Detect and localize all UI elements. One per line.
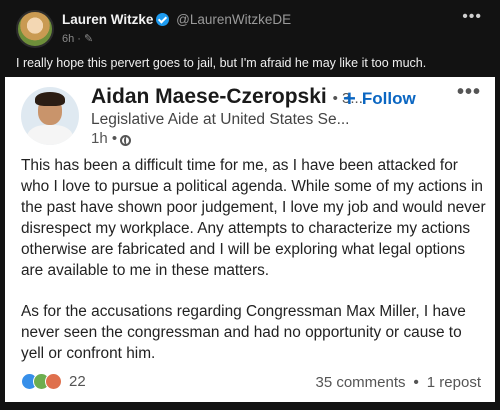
profile-avatar: [21, 87, 79, 145]
tweet-header: Lauren Witzke @LaurenWitzkeDE 6h · ✎ •••: [12, 8, 488, 48]
avatar-shirt: [27, 125, 73, 145]
author-name[interactable]: Lauren Witzke: [62, 12, 153, 27]
post-frame: Lauren Witzke @LaurenWitzkeDE 6h · ✎ •••…: [0, 0, 500, 410]
post-time: 1h •: [91, 130, 132, 147]
linkedin-screenshot-card: Aidan Maese-Czeropski • 3... + Follow •••…: [5, 77, 495, 402]
tweet-time: 6h · ✎: [62, 33, 94, 45]
more-options-icon[interactable]: •••: [462, 8, 482, 26]
verified-badge-icon: [156, 13, 170, 26]
follow-label: Follow: [361, 89, 416, 108]
author-avatar[interactable]: [16, 10, 54, 48]
tweet-timestamp[interactable]: 6h: [62, 33, 74, 45]
profile-name-line: Aidan Maese-Czeropski • 3...: [91, 85, 363, 109]
profile-headline: Legislative Aide at United States Se...: [91, 111, 350, 128]
post-body: This has been a difficult time for me, a…: [21, 155, 487, 384]
tweet-text: I really hope this pervert goes to jail,…: [16, 56, 427, 70]
profile-name: Aidan Maese-Czeropski: [91, 85, 327, 108]
engagement-meta: 35 comments • 1 repost: [315, 374, 481, 391]
linkedin-more-icon: •••: [456, 81, 481, 103]
plus-icon: +: [343, 86, 356, 111]
reactions-summary: 22: [21, 373, 86, 391]
post-paragraph: As for the accusations regarding Congres…: [21, 303, 466, 362]
avatar-hair: [35, 92, 65, 106]
author-handle[interactable]: @LaurenWitzkeDE: [176, 12, 291, 27]
follow-button: + Follow: [343, 86, 416, 112]
globe-icon: [120, 135, 132, 146]
edit-pencil-icon: ✎: [84, 33, 94, 45]
post-paragraph: This has been a difficult time for me, a…: [21, 157, 486, 279]
post-time-text: 1h •: [91, 130, 118, 147]
love-icon: [45, 373, 62, 391]
meta-separator: •: [413, 374, 419, 391]
reaction-count: 22: [69, 373, 86, 391]
author-line: Lauren Witzke @LaurenWitzkeDE: [62, 12, 291, 27]
reposts-count: 1 repost: [426, 374, 481, 391]
comments-count: 35 comments: [315, 374, 406, 391]
